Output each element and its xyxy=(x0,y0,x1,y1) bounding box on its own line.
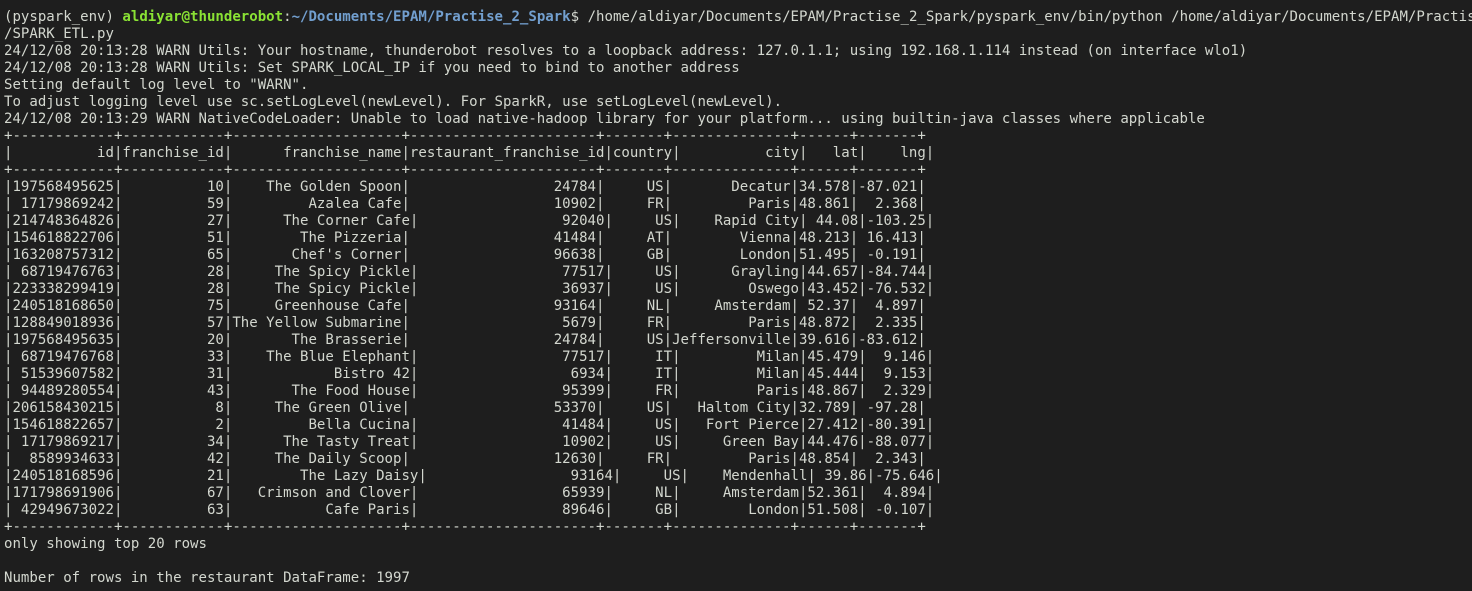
table-row: |163208757312| 65| Chef's Corner| 96638|… xyxy=(4,247,926,263)
prompt-symbol: $ xyxy=(570,9,588,25)
log-line: Setting default log level to "WARN". xyxy=(4,77,309,93)
table-row: | 94489280554| 43| The Food House| 95399… xyxy=(4,383,935,399)
row-count-line: Number of rows in the restaurant DataFra… xyxy=(4,570,410,586)
table-row: |214748364826| 27| The Corner Cafe| 9204… xyxy=(4,213,935,229)
virtualenv-prefix: (pyspark_env) xyxy=(4,9,123,25)
table-row: |128849018936| 57|The Yellow Submarine| … xyxy=(4,315,926,331)
table-row: | 17179869217| 34| The Tasty Treat| 1090… xyxy=(4,434,935,450)
table-row: | 42949673022| 63| Cafe Paris| 89646| GB… xyxy=(4,502,935,518)
user-host: aldiyar@thunderobot xyxy=(122,9,284,25)
table-row: |240518168596| 21| The Lazy Daisy| 93164… xyxy=(4,468,943,484)
command-line: (pyspark_env) aldiyar@thunderobot:~/Docu… xyxy=(4,9,1472,26)
dataframe-table: +------------+------------+-------------… xyxy=(4,128,1472,536)
terminal-window[interactable]: (pyspark_env) aldiyar@thunderobot:~/Docu… xyxy=(0,0,1472,591)
table-row: |206158430215| 8| The Green Olive| 53370… xyxy=(4,400,926,416)
table-row: |197568495635| 20| The Brasserie| 24784|… xyxy=(4,332,926,348)
log-line: 24/12/08 20:13:29 WARN NativeCodeLoader:… xyxy=(4,111,1205,127)
log-line: 24/12/08 20:13:28 WARN Utils: Your hostn… xyxy=(4,43,1248,59)
command-wrap-line: /SPARK_ETL.py xyxy=(4,26,114,42)
showing-rows-note: only showing top 20 rows xyxy=(4,536,207,552)
table-row: | 68719476768| 33| The Blue Elephant| 77… xyxy=(4,349,935,365)
log-line: 24/12/08 20:13:28 WARN Utils: Set SPARK_… xyxy=(4,60,740,76)
table-header: | id|franchise_id| franchise_name|restau… xyxy=(4,145,935,161)
table-row: |171798691906| 67| Crimson and Clover| 6… xyxy=(4,485,935,501)
table-row: | 17179869242| 59| Azalea Cafe| 10902| F… xyxy=(4,196,926,212)
table-row: |223338299419| 28| The Spicy Pickle| 369… xyxy=(4,281,935,297)
prompt-colon: : xyxy=(283,9,292,25)
table-border-mid: +------------+------------+-------------… xyxy=(4,162,926,178)
table-row: | 51539607582| 31| Bistro 42| 6934| IT| … xyxy=(4,366,935,382)
table-row: |240518168650| 75| Greenhouse Cafe| 9316… xyxy=(4,298,926,314)
table-row: | 68719476763| 28| The Spicy Pickle| 775… xyxy=(4,264,935,280)
table-row: |154618822706| 51| The Pizzeria| 41484| … xyxy=(4,230,926,246)
table-row: |154618822657| 2| Bella Cucina| 41484| U… xyxy=(4,417,935,433)
table-border-bottom: +------------+------------+-------------… xyxy=(4,519,926,535)
log-output: 24/12/08 20:13:28 WARN Utils: Your hostn… xyxy=(4,43,1472,128)
table-border-top: +------------+------------+-------------… xyxy=(4,128,926,144)
table-row: | 8589934633| 42| The Daily Scoop| 12630… xyxy=(4,451,926,467)
log-line: To adjust logging level use sc.setLogLev… xyxy=(4,94,783,110)
command-text: /home/aldiyar/Documents/EPAM/Practise_2_… xyxy=(587,9,1472,25)
table-row: |197568495625| 10| The Golden Spoon| 247… xyxy=(4,179,926,195)
current-path: ~/Documents/EPAM/Practise_2_Spark xyxy=(291,9,571,25)
